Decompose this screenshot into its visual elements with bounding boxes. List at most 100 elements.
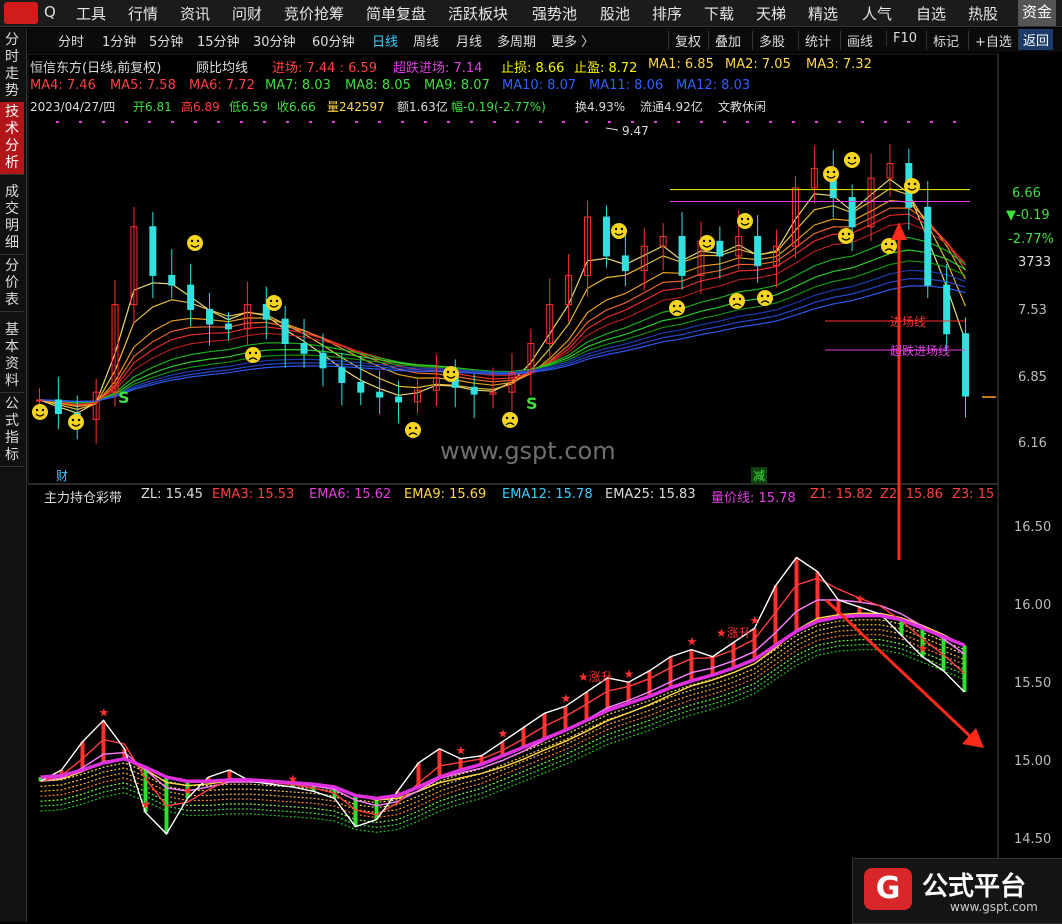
face-marker-icon: [823, 166, 839, 182]
face-marker-icon: [757, 290, 773, 306]
ma11-value: MA11: 8.06: [589, 78, 664, 93]
top-dot: [217, 121, 220, 123]
candle-body: [54, 399, 62, 415]
face-eye: [196, 239, 200, 243]
star-marker-icon: ★: [855, 592, 866, 606]
face-marker-icon: [669, 300, 685, 316]
brand-logo-icon: G: [864, 868, 912, 910]
face-eye: [832, 170, 836, 174]
face-marker-icon: [729, 293, 745, 309]
signal-s-label: S: [526, 394, 538, 413]
ma-line-11: [39, 277, 966, 403]
star-marker-icon: ★: [561, 691, 572, 705]
ma10-value: MA10: 8.07: [502, 78, 577, 93]
candle-body: [149, 226, 157, 276]
top-dot: [884, 121, 887, 123]
candle-body: [924, 206, 932, 286]
z2-value: Z2: 15.86: [880, 487, 943, 502]
face-marker-icon: [187, 235, 203, 251]
candle-body: [206, 308, 214, 325]
zl-bar: [689, 649, 694, 681]
bar-low: 低6.59: [229, 100, 268, 114]
face-eye: [766, 294, 770, 298]
star-marker-icon: ★: [183, 783, 194, 797]
y-tick-label: 6.85: [1018, 370, 1047, 385]
star-marker-icon: ★: [456, 744, 467, 758]
take-profit-value: 止盈: 8.72: [574, 61, 638, 76]
ma7-value: MA7: 8.03: [265, 78, 331, 93]
top-dot: [562, 121, 565, 123]
last-volume: 3733: [1018, 255, 1052, 270]
top-dot: [194, 121, 197, 123]
ma3-value: MA3: 7.32: [806, 57, 872, 72]
top-dot: [240, 121, 243, 123]
face-marker-icon: [838, 228, 854, 244]
peak-price-label: 9.47: [622, 124, 649, 138]
top-dot: [424, 121, 427, 123]
top-dot: [654, 121, 657, 123]
ribbon-band-2: [40, 629, 965, 814]
candle-body: [357, 381, 365, 393]
finance-marker-label[interactable]: 财: [56, 467, 68, 484]
face-marker-icon: [68, 414, 84, 430]
indicator-name[interactable]: 顾比均线: [196, 57, 248, 76]
zl-value: ZL: 15.45: [141, 487, 203, 502]
face-eye: [77, 418, 81, 422]
face-eye: [847, 156, 851, 160]
top-dot: [953, 121, 956, 123]
face-eye: [672, 304, 676, 308]
z1-value: Z1: 15.82: [810, 487, 873, 502]
candle-body: [621, 255, 629, 272]
candle-body: [602, 216, 610, 257]
bar-date: 2023/04/27/四: [30, 100, 116, 114]
top-dot: [493, 121, 496, 123]
top-dot: [516, 121, 519, 123]
top-dot: [286, 121, 289, 123]
face-marker-icon: [405, 422, 421, 438]
bar-change: 幅-0.19(-2.77%): [451, 100, 546, 114]
face-eye: [620, 227, 624, 231]
face-eye: [511, 416, 515, 420]
face-marker-icon: [443, 366, 459, 382]
top-dot: [56, 121, 59, 123]
sub-line-3: [40, 556, 965, 835]
ma5-value: MA5: 7.58: [110, 78, 176, 93]
face-eye: [746, 217, 750, 221]
candle-body: [338, 367, 346, 383]
candle-body: [319, 352, 327, 369]
top-dot: [700, 121, 703, 123]
star-marker-icon: ★: [624, 667, 635, 681]
ema3-value: EMA3: 15.53: [212, 487, 295, 502]
sub-y-tick-label: 16.50: [1014, 520, 1052, 535]
ribbon-band-0: [40, 619, 965, 804]
face-eye: [275, 299, 279, 303]
star-marker-icon: ★: [498, 727, 509, 741]
zl-bar: [437, 748, 442, 778]
face-marker-icon: [32, 404, 48, 420]
ma6-value: MA6: 7.72: [189, 78, 255, 93]
candle-body: [678, 235, 686, 276]
reduce-marker-label[interactable]: 减: [751, 467, 768, 484]
top-dot: [148, 121, 151, 123]
top-dot: [171, 121, 174, 123]
face-eye: [841, 232, 845, 236]
face-eye: [708, 239, 712, 243]
top-dot: [746, 121, 749, 123]
zl-bar: [80, 741, 85, 770]
sub-indicator-title[interactable]: 主力持仓彩带: [44, 487, 122, 506]
ma1-value: MA1: 6.85: [648, 57, 714, 72]
top-dot: [631, 121, 634, 123]
face-eye: [248, 351, 252, 355]
top-dot: [792, 121, 795, 123]
star-marker-icon: ★: [288, 772, 299, 786]
ema25-value: EMA25: 15.83: [605, 487, 696, 502]
candle-body: [224, 323, 232, 330]
top-dot: [723, 121, 726, 123]
face-eye: [913, 182, 917, 186]
brand-name: 公式平台: [922, 872, 1027, 902]
candle-body: [281, 318, 289, 345]
top-dot: [332, 121, 335, 123]
star-marker-icon: ★: [99, 705, 110, 719]
super-entry-value: 超跌进场: 7.14: [393, 61, 483, 76]
sector-name: 文教休闲: [718, 100, 767, 114]
